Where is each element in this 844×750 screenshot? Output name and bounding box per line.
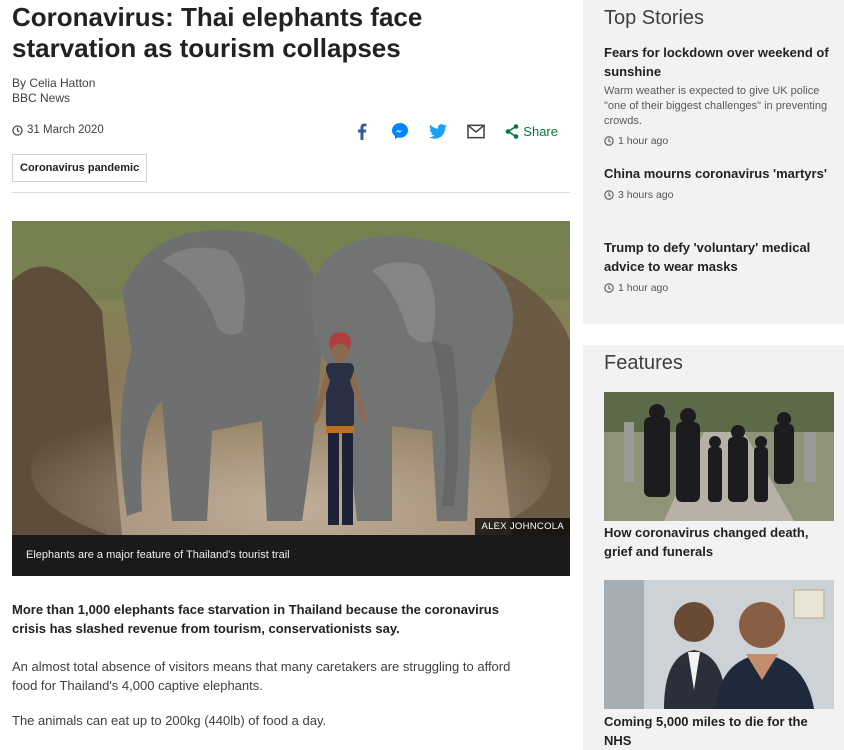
story-summary: Warm weather is expected to give UK poli… [604, 85, 828, 127]
story-title[interactable]: Trump to defy 'voluntary' medical advice… [604, 238, 830, 276]
outlet-name: BBC News [12, 91, 71, 105]
share-icon [505, 123, 519, 139]
article-headline: Coronavirus: Thai elephants face starvat… [12, 2, 423, 63]
top-story-item[interactable]: Trump to defy 'voluntary' medical advice… [604, 238, 830, 294]
clock-icon [604, 136, 614, 146]
story-time: 3 hours ago [604, 189, 830, 201]
share-button[interactable]: Share [505, 124, 558, 139]
story-title[interactable]: China mourns coronavirus 'martyrs' [604, 164, 830, 183]
story-time: 1 hour ago [604, 135, 830, 147]
article-date: 31 March 2020 [12, 124, 104, 136]
story-time-text: 3 hours ago [618, 189, 674, 201]
share-tools: Share [333, 122, 558, 140]
topic-tag[interactable]: Coronavirus pandemic [12, 154, 148, 182]
feature-image-nhs[interactable] [604, 580, 834, 709]
facebook-icon[interactable] [353, 122, 371, 140]
clock-icon [12, 124, 23, 136]
elephants-photo [12, 221, 570, 535]
top-story-item[interactable]: Fears for lockdown over weekend of sunsh… [604, 43, 830, 147]
divider [12, 192, 570, 193]
author-name: By Celia Hatton [12, 76, 96, 90]
date-text: 31 March 2020 [27, 124, 104, 136]
features-panel: Features How coronavirus changed death, … [583, 345, 844, 750]
email-icon[interactable] [467, 122, 486, 140]
top-stories-panel: Top Stories Fears for lockdown over week… [583, 0, 844, 324]
feature-title[interactable]: How coronavirus changed death, grief and… [604, 523, 830, 561]
messenger-icon[interactable] [391, 122, 409, 140]
article-lead: More than 1,000 elephants face starvatio… [12, 602, 499, 636]
story-time-text: 1 hour ago [618, 135, 669, 147]
image-credit: ALEX JOHNCOLA [475, 518, 570, 535]
story-time-text: 1 hour ago [618, 282, 669, 294]
share-label: Share [523, 123, 558, 139]
twitter-icon[interactable] [429, 122, 448, 140]
feature-title[interactable]: Coming 5,000 miles to die for the NHS [604, 712, 830, 750]
features-title: Features [604, 352, 683, 374]
clock-icon [604, 283, 614, 293]
story-title[interactable]: Fears for lockdown over weekend of sunsh… [604, 43, 830, 81]
byline: By Celia Hatton BBC News [12, 76, 95, 106]
article-paragraph: An almost total absence of visitors mean… [12, 659, 511, 693]
clock-icon [604, 190, 614, 200]
image-caption: Elephants are a major feature of Thailan… [12, 535, 570, 576]
meta-row: 31 March 2020 Share [12, 122, 570, 142]
story-time: 1 hour ago [604, 282, 830, 294]
feature-image-funeral[interactable] [604, 392, 834, 521]
top-story-item[interactable]: China mourns coronavirus 'martyrs' 3 hou… [604, 164, 830, 201]
hero-image: ALEX JOHNCOLA [12, 221, 570, 535]
article-paragraph: The animals can eat up to 200kg (440lb) … [12, 713, 327, 728]
top-stories-title: Top Stories [604, 7, 705, 29]
